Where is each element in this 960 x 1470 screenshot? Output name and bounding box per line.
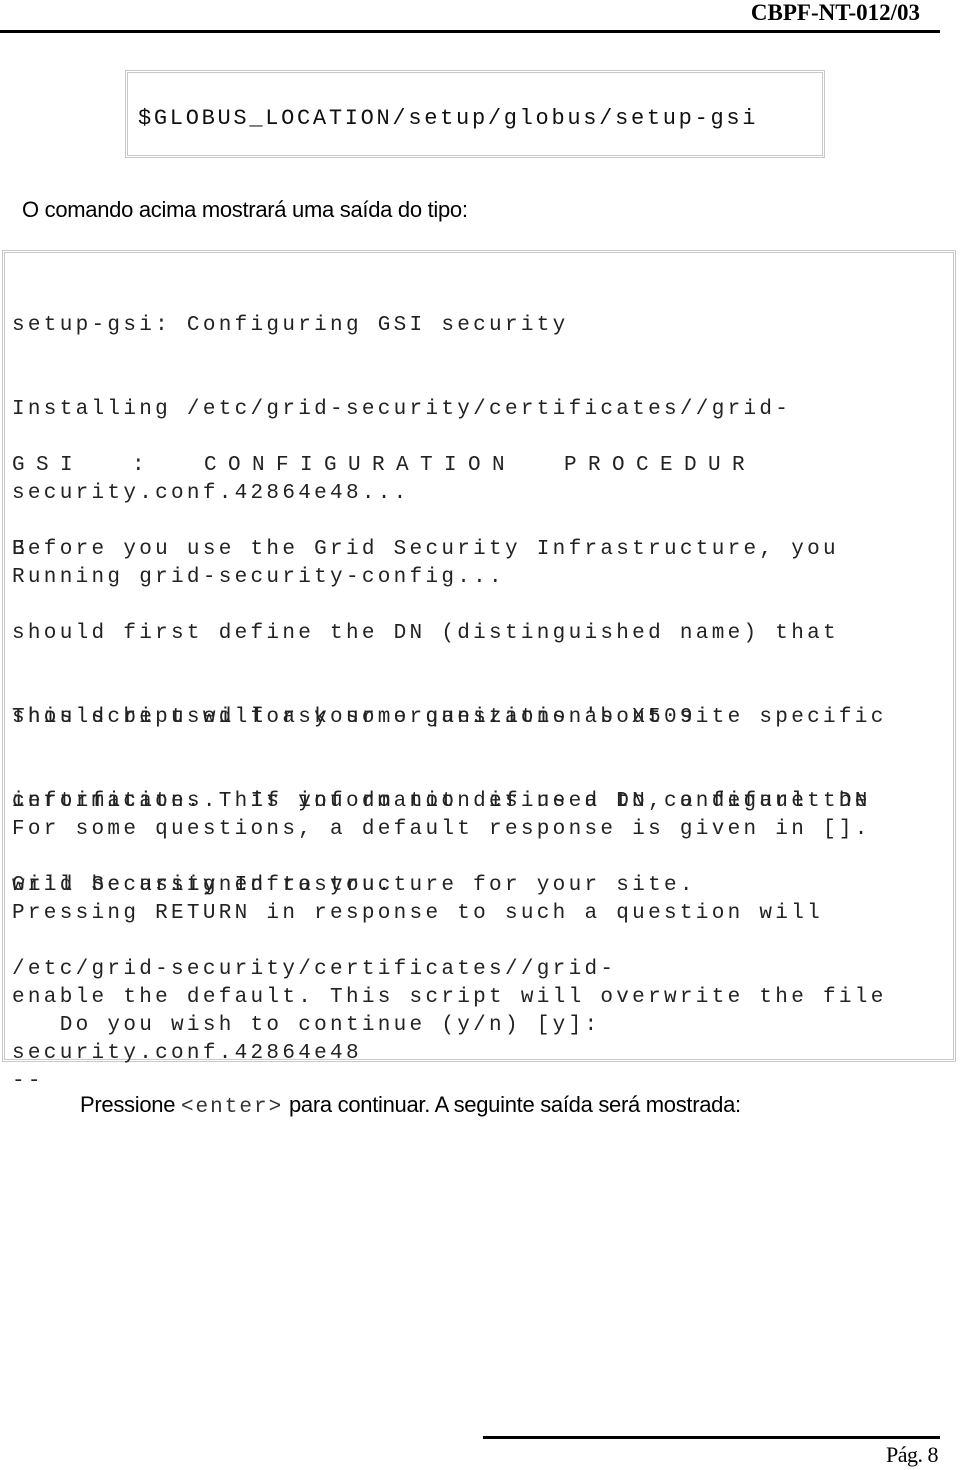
- continue-paragraph: Pressione <enter> para continuar. A segu…: [80, 1092, 741, 1119]
- output-line: Before you use the Grid Security Infrast…: [12, 538, 839, 561]
- output-line: This script will ask some questions abou…: [12, 706, 887, 729]
- terminal-output-box: setup-gsi: Configuring GSI security Inst…: [2, 250, 956, 1093]
- document-id: CBPF-NT-012/03: [750, 0, 920, 25]
- enter-key-label: <enter>: [180, 1096, 284, 1119]
- footer-rule: [483, 1436, 940, 1439]
- continue-text-after: para continuar. A seguinte saída será mo…: [283, 1092, 741, 1117]
- output-line: should first define the DN (distinguishe…: [12, 622, 839, 645]
- command-box: $GLOBUS_LOCATION/setup/globus/setup-gsi: [125, 70, 825, 158]
- heading-line: GSI : CONFIGURATION PROCEDUR: [12, 454, 757, 477]
- output-line: /etc/grid-security/certificates//grid-: [12, 958, 617, 981]
- output-line: For some questions, a default response i…: [12, 818, 871, 841]
- continue-prompt: Do you wish to continue (y/n) [y]:: [12, 1014, 601, 1037]
- output-line: setup-gsi: Configuring GSI security: [12, 314, 569, 337]
- intro-paragraph: O comando acima mostrará uma saída do ti…: [22, 197, 468, 222]
- page-number: Pág. 8: [886, 1442, 939, 1467]
- continue-text-before: Pressione: [80, 1092, 181, 1117]
- output-line: security.conf.42864e48: [12, 1042, 362, 1065]
- command-text: $GLOBUS_LOCATION/setup/globus/setup-gsi: [138, 106, 759, 131]
- page-header: CBPF-NT-012/03: [0, 0, 940, 33]
